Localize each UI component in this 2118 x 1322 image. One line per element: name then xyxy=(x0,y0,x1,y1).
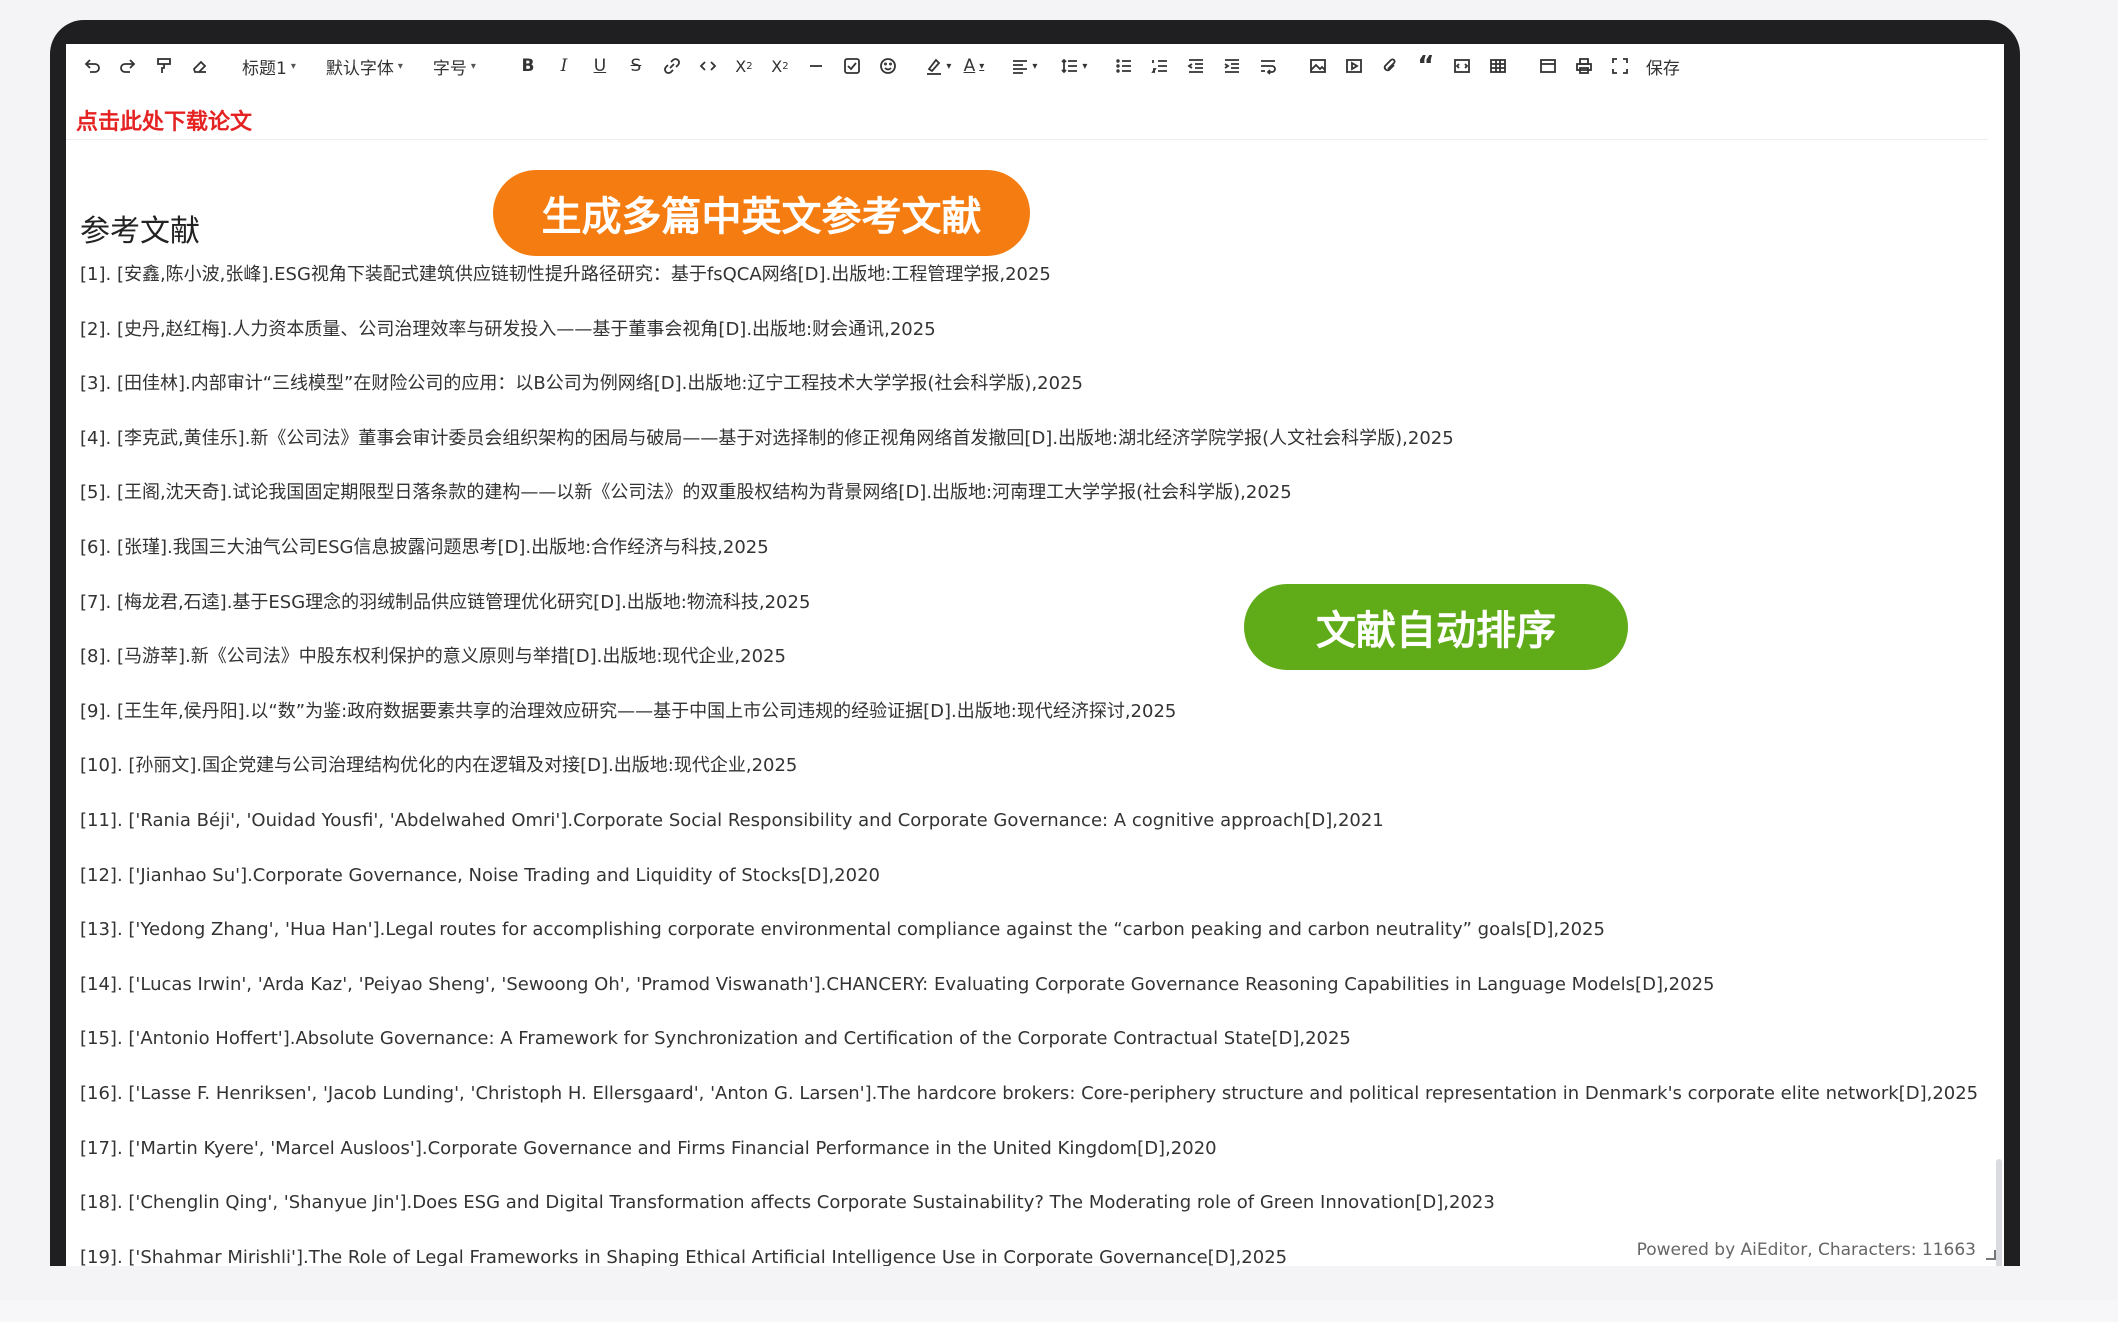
reference-item: [15]. ['Antonio Hoffert'].Absolute Gover… xyxy=(80,1028,1351,1050)
chevron-down-icon: ▾ xyxy=(397,60,403,72)
references-list: [1]. [安鑫,陈小波,张峰].ESG视角下装配式建筑供应链韧性提升路径研究：… xyxy=(80,264,1979,1266)
highlight-color-icon[interactable]: ▾ xyxy=(920,51,956,81)
scrollbar[interactable] xyxy=(1996,1159,2002,1266)
reference-item: [7]. [梅龙君,石逵].基于ESG理念的羽绒制品供应链管理优化研究[D].出… xyxy=(80,591,811,613)
code-block-icon[interactable] xyxy=(1444,51,1480,81)
line-height-icon[interactable]: ▾ xyxy=(1056,51,1092,81)
reference-item: [10]. [孙丽文].国企党建与公司治理结构优化的内在逻辑及对接[D].出版地… xyxy=(80,755,798,777)
align-icon[interactable]: ▾ xyxy=(1006,51,1042,81)
page-background-strip xyxy=(0,1300,2118,1322)
ordered-list-icon[interactable] xyxy=(1142,51,1178,81)
format-painter-icon[interactable] xyxy=(146,51,182,81)
reference-item: [18]. ['Chenglin Qing', 'Shanyue Jin'].D… xyxy=(80,1192,1495,1214)
reference-item: [6]. [张瑾].我国三大油气公司ESG信息披露问题思考[D].出版地:合作经… xyxy=(80,536,769,558)
bullet-list-icon[interactable] xyxy=(1106,51,1142,81)
reference-item: [12]. ['Jianhao Su'].Corporate Governanc… xyxy=(80,864,880,886)
video-icon[interactable] xyxy=(1336,51,1372,81)
auto-sort-badge: 文献自动排序 xyxy=(1244,584,1628,670)
reference-item: [16]. ['Lasse F. Henriksen', 'Jacob Lund… xyxy=(80,1082,1979,1104)
reference-item: [13]. ['Yedong Zhang', 'Hua Han'].Legal … xyxy=(80,919,1605,941)
image-icon[interactable] xyxy=(1300,51,1336,81)
download-paper-link[interactable]: 点击此处下载论文 xyxy=(76,104,252,136)
link-icon[interactable] xyxy=(654,51,690,81)
font-family-label: 默认字体 xyxy=(325,58,394,79)
indent-increase-icon[interactable] xyxy=(1214,51,1250,81)
save-button[interactable]: 保存 xyxy=(1638,54,1688,79)
reference-item: [11]. ['Rania Béji', 'Ouidad Yousfi', 'A… xyxy=(80,809,1384,831)
superscript-icon[interactable]: X2 xyxy=(762,51,798,81)
reference-item: [17]. ['Martin Kyere', 'Marcel Ausloos']… xyxy=(80,1137,1217,1159)
device-frame: 标题1 ▾ 默认字体 ▾ 字号 ▾ B I U S X2 X2 ▾ A ▾ ▾ … xyxy=(50,20,2020,1266)
reference-item: [1]. [安鑫,陈小波,张峰].ESG视角下装配式建筑供应链韧性提升路径研究：… xyxy=(80,264,1051,285)
font-color-icon[interactable]: A ▾ xyxy=(956,51,992,81)
checkbox-icon[interactable] xyxy=(834,51,870,81)
divider xyxy=(66,139,1988,140)
font-size-dropdown[interactable]: 字号 ▾ xyxy=(423,51,486,81)
generate-references-badge: 生成多篇中英文参考文献 xyxy=(493,170,1030,256)
resize-handle-icon[interactable] xyxy=(1986,1250,1996,1260)
reference-item: [14]. ['Lucas Irwin', 'Arda Kaz', 'Peiya… xyxy=(80,973,1715,995)
undo-icon[interactable] xyxy=(74,51,110,81)
italic-icon[interactable]: I xyxy=(546,51,582,81)
chevron-down-icon: ▾ xyxy=(290,60,296,72)
horizontal-rule-icon[interactable] xyxy=(798,51,834,81)
subscript-icon[interactable]: X2 xyxy=(726,51,762,81)
editor-content[interactable]: 参考文献 [1]. [安鑫,陈小波,张峰].ESG视角下装配式建筑供应链韧性提升… xyxy=(80,144,1979,1266)
chevron-down-icon: ▾ xyxy=(470,60,476,72)
print-icon[interactable] xyxy=(1566,51,1602,81)
redo-icon[interactable] xyxy=(110,51,146,81)
references-heading: 参考文献 xyxy=(80,214,200,249)
status-bar: Powered by AiEditor, Characters: 11663 xyxy=(1636,1240,1976,1260)
font-family-dropdown[interactable]: 默认字体 ▾ xyxy=(316,51,413,81)
bold-icon[interactable]: B xyxy=(510,51,546,81)
underline-icon[interactable]: U xyxy=(582,51,618,81)
emoji-icon[interactable] xyxy=(870,51,906,81)
line-break-icon[interactable] xyxy=(1250,51,1286,81)
reference-item: [4]. [李克武,黄佳乐].新《公司法》董事会审计委员会组织架构的困局与破局—… xyxy=(80,427,1454,449)
heading-dropdown-label: 标题1 xyxy=(242,58,287,79)
reference-item: [9]. [王生年,侯丹阳].以“数”为鉴:政府数据要素共享的治理效应研究——基… xyxy=(80,700,1177,722)
code-icon[interactable] xyxy=(690,51,726,81)
heading-dropdown[interactable]: 标题1 ▾ xyxy=(232,51,306,81)
source-view-icon[interactable] xyxy=(1530,51,1566,81)
quote-icon[interactable]: “ xyxy=(1408,51,1444,81)
strikethrough-icon[interactable]: S xyxy=(618,51,654,81)
reference-item: [3]. [田佳林].内部审计“三线模型”在财险公司的应用：以B公司为例网络[D… xyxy=(80,373,1083,395)
reference-item: [5]. [王阁,沈天奇].试论我国固定期限型日落条款的建构——以新《公司法》的… xyxy=(80,482,1292,504)
eraser-icon[interactable] xyxy=(182,51,218,81)
editor-window: 标题1 ▾ 默认字体 ▾ 字号 ▾ B I U S X2 X2 ▾ A ▾ ▾ … xyxy=(66,44,2004,1266)
font-size-label: 字号 xyxy=(432,58,467,79)
reference-item: [8]. [马游莘].新《公司法》中股东权利保护的意义原则与举措[D].出版地:… xyxy=(80,646,786,668)
attachment-icon[interactable] xyxy=(1372,51,1408,81)
editor-toolbar: 标题1 ▾ 默认字体 ▾ 字号 ▾ B I U S X2 X2 ▾ A ▾ ▾ … xyxy=(66,44,2004,88)
table-icon[interactable] xyxy=(1480,51,1516,81)
indent-decrease-icon[interactable] xyxy=(1178,51,1214,81)
fullscreen-icon[interactable] xyxy=(1602,51,1638,81)
reference-item: [2]. [史丹,赵红梅].人力资本质量、公司治理效率与研发投入——基于董事会视… xyxy=(80,318,936,340)
